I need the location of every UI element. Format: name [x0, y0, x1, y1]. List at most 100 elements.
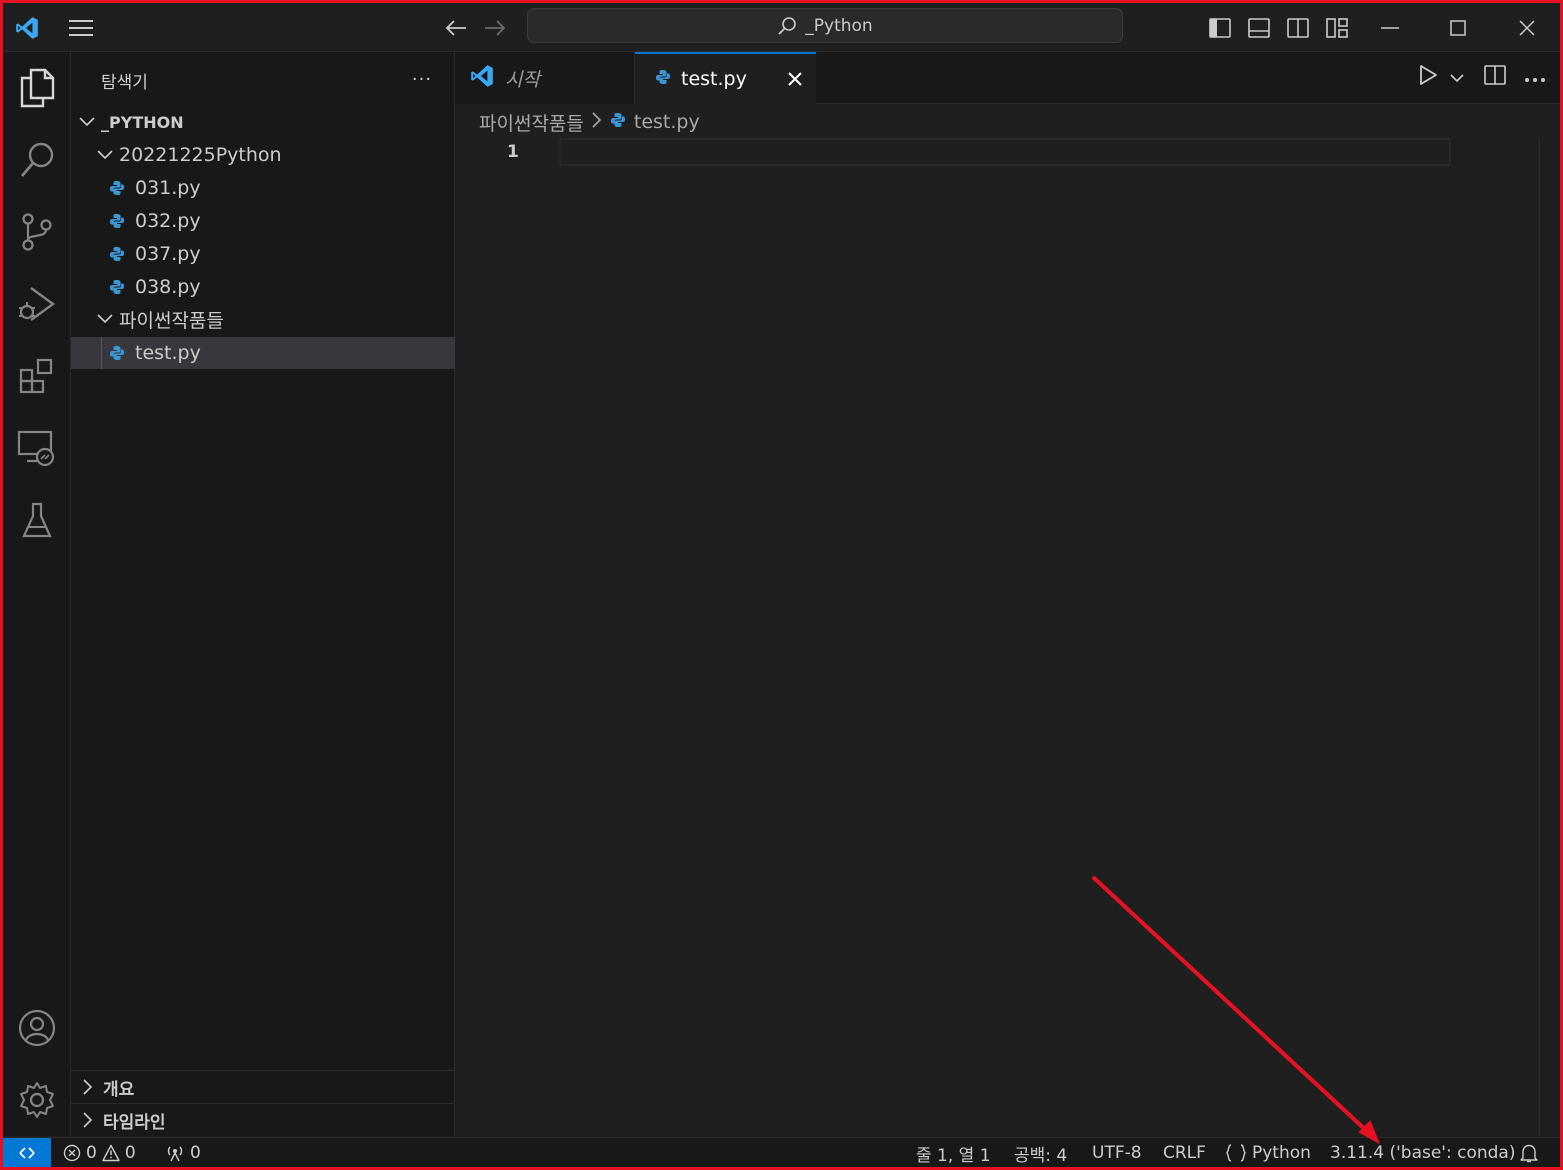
breadcrumb-folder[interactable]: 파이썬작품들: [479, 109, 584, 136]
current-line-highlight[interactable]: [559, 138, 1451, 166]
vscode-logo-icon: [9, 11, 45, 45]
search-icon[interactable]: [3, 128, 71, 192]
explorer-icon[interactable]: [3, 56, 71, 120]
run-dropdown-chevron-icon[interactable]: [1450, 68, 1464, 87]
source-control-icon[interactable]: [3, 200, 71, 264]
file-item[interactable]: 031.py: [71, 172, 455, 204]
file-label: test.py: [135, 342, 201, 364]
explorer-sidebar: 탐색기 ··· _PYTHON 20221225Python 031.py 03…: [71, 52, 455, 1136]
folder-label: 20221225Python: [119, 144, 282, 166]
minimize-icon[interactable]: [1373, 11, 1407, 45]
tab-label: 시작: [505, 68, 540, 91]
tab-close-icon[interactable]: [784, 68, 806, 90]
indentation-label: 공백: 4: [1014, 1145, 1068, 1166]
outline-panel-header[interactable]: 개요: [71, 1070, 455, 1103]
file-item[interactable]: 037.py: [71, 238, 455, 270]
vertical-scrollbar[interactable]: [1539, 138, 1540, 1136]
remote-explorer-icon[interactable]: [3, 416, 71, 480]
end-of-line[interactable]: CRLF: [1163, 1138, 1206, 1168]
problems-indicator[interactable]: 0 0: [63, 1138, 136, 1168]
tab-welcome[interactable]: 시작: [455, 52, 635, 104]
indent-guide: [101, 337, 102, 369]
hamburger-menu-icon[interactable]: [65, 13, 97, 43]
activity-bar: [3, 52, 71, 1136]
manage-gear-icon[interactable]: [3, 1068, 71, 1132]
title-bar: _Python: [3, 3, 1560, 52]
chevron-right-icon: [77, 1110, 99, 1130]
line-number: 1: [507, 142, 519, 162]
braces-icon: [1226, 1144, 1246, 1162]
notifications-bell-icon[interactable]: [1520, 1138, 1538, 1168]
indentation[interactable]: 공백: 4: [1014, 1138, 1067, 1168]
file-item[interactable]: 032.py: [71, 205, 455, 237]
editor-tab-bar: 시작 test.py: [455, 52, 1560, 104]
more-actions-icon[interactable]: ···: [407, 66, 437, 92]
file-label: 037.py: [135, 243, 201, 265]
ports-indicator[interactable]: 0: [165, 1138, 201, 1168]
encoding-label: UTF-8: [1092, 1143, 1142, 1163]
python-file-icon: [610, 111, 626, 133]
explorer-title: 탐색기: [101, 73, 148, 93]
python-file-icon: [107, 343, 127, 363]
interpreter-label: 3.11.4 ('base': conda): [1330, 1143, 1516, 1163]
timeline-label: 타임라인: [103, 1112, 166, 1133]
error-icon: [63, 1144, 81, 1162]
language-mode[interactable]: Python: [1225, 1138, 1311, 1168]
split-editor-icon[interactable]: [1484, 64, 1506, 90]
chevron-down-icon: [95, 309, 115, 329]
accounts-icon[interactable]: [3, 996, 71, 1060]
file-item-selected[interactable]: test.py: [71, 337, 455, 369]
file-label: 031.py: [135, 177, 201, 199]
eol-label: CRLF: [1163, 1143, 1206, 1163]
run-python-file-icon[interactable]: [1418, 64, 1438, 90]
arrow-left-icon[interactable]: [441, 13, 471, 43]
warning-count: 0: [124, 1143, 136, 1163]
folder-label: 파이썬작품들: [119, 309, 224, 332]
python-file-icon: [655, 68, 671, 90]
tab-test-py[interactable]: test.py: [635, 52, 816, 104]
breadcrumb: 파이썬작품들 test.py: [479, 108, 700, 136]
encoding[interactable]: UTF-8: [1092, 1138, 1142, 1168]
chevron-down-icon: [77, 112, 97, 132]
command-center-search[interactable]: _Python: [527, 8, 1123, 43]
cursor-position-label: 줄 1, 열 1: [916, 1145, 991, 1166]
warning-icon: [102, 1144, 120, 1162]
breadcrumb-file[interactable]: test.py: [634, 111, 700, 133]
code-editor[interactable]: 1: [455, 138, 1560, 1136]
more-actions-icon[interactable]: [1524, 68, 1546, 87]
customize-layout-icon[interactable]: [1322, 13, 1352, 43]
workspace-root-label: _PYTHON: [101, 112, 184, 132]
remote-indicator-icon[interactable]: [3, 1138, 51, 1168]
editor-actions: [1418, 64, 1546, 90]
toggle-secondary-sidebar-icon[interactable]: [1283, 13, 1313, 43]
python-file-icon: [107, 178, 127, 198]
broadcast-icon: [167, 1146, 183, 1162]
python-file-icon: [107, 277, 127, 297]
maximize-icon[interactable]: [1441, 11, 1475, 45]
outline-label: 개요: [103, 1079, 135, 1100]
chevron-right-icon: [592, 111, 602, 133]
file-item[interactable]: 038.py: [71, 271, 455, 303]
arrow-right-icon[interactable]: [480, 13, 510, 43]
command-center-label: _Python: [805, 15, 873, 36]
extensions-icon[interactable]: [3, 344, 71, 408]
file-label: 032.py: [135, 210, 201, 232]
close-icon[interactable]: [1510, 11, 1544, 45]
run-debug-icon[interactable]: [3, 272, 71, 336]
status-bar: 0 0 0 줄 1, 열 1 공백: 4 UTF-8 CRLF Python 3…: [3, 1137, 1560, 1168]
chevron-right-icon: [77, 1077, 99, 1097]
chevron-down-icon: [95, 145, 115, 165]
toggle-panel-icon[interactable]: [1244, 13, 1274, 43]
testing-icon[interactable]: [3, 488, 71, 552]
timeline-panel-header[interactable]: 타임라인: [71, 1103, 455, 1136]
error-count: 0: [86, 1143, 97, 1163]
file-label: 038.py: [135, 276, 201, 298]
cursor-position[interactable]: 줄 1, 열 1: [916, 1138, 991, 1168]
folder-python-works[interactable]: 파이썬작품들: [71, 303, 455, 335]
toggle-primary-sidebar-icon[interactable]: [1205, 13, 1235, 43]
tab-label: test.py: [681, 68, 747, 90]
python-file-icon: [107, 211, 127, 231]
workspace-root[interactable]: _PYTHON: [71, 106, 455, 138]
folder-20221225python[interactable]: 20221225Python: [71, 139, 455, 171]
python-interpreter[interactable]: 3.11.4 ('base': conda): [1330, 1138, 1515, 1168]
